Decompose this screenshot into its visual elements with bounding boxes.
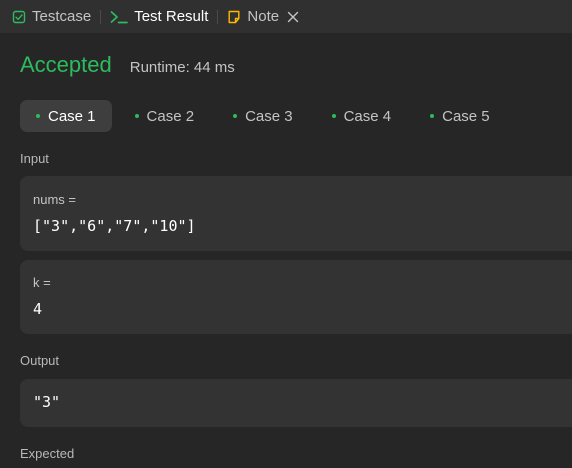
- runtime-text: Runtime: 44 ms: [129, 59, 235, 76]
- case-tab-label: Case 1: [48, 107, 96, 125]
- case-tab-label: Case 5: [442, 107, 490, 125]
- tab-test-result-label: Test Result: [134, 8, 209, 25]
- case-tab[interactable]: Case 3: [217, 100, 309, 132]
- tab-testcase[interactable]: Testcase: [12, 0, 91, 33]
- result-status: Accepted: [20, 52, 112, 77]
- result-status-row: Accepted Runtime: 44 ms: [20, 52, 235, 78]
- output-heading: Output: [20, 353, 60, 368]
- case-tabs: Case 1 Case 2 Case 3 Case 4 Case 5: [20, 100, 513, 132]
- pass-dot-icon: [430, 114, 435, 118]
- output-value: "3": [33, 393, 61, 411]
- tab-note-label: Note: [247, 8, 280, 25]
- tab-divider: [100, 9, 102, 24]
- tab-test-result[interactable]: Test Result: [110, 0, 208, 33]
- note-icon: [227, 10, 241, 24]
- pass-dot-icon: [134, 114, 139, 118]
- tab-testcase-label: Testcase: [32, 8, 92, 25]
- expected-heading: Expected: [20, 446, 75, 461]
- terminal-icon: [110, 10, 129, 24]
- param-name: k =: [33, 275, 51, 290]
- param-value: 4: [33, 300, 43, 318]
- close-icon[interactable]: [287, 11, 299, 23]
- pass-dot-icon: [331, 114, 336, 118]
- case-tab[interactable]: Case 4: [316, 100, 408, 132]
- output-box[interactable]: "3": [20, 379, 572, 427]
- input-param-k[interactable]: k = 4: [20, 260, 572, 334]
- case-tab[interactable]: Case 1: [20, 100, 112, 132]
- case-tab-label: Case 3: [245, 107, 293, 125]
- param-name: nums =: [33, 192, 76, 207]
- checkbox-icon: [12, 10, 26, 24]
- pass-dot-icon: [233, 114, 238, 118]
- case-tab-label: Case 2: [146, 107, 195, 125]
- case-tab[interactable]: Case 5: [414, 100, 506, 132]
- case-tab[interactable]: Case 2: [119, 100, 211, 132]
- input-heading: Input: [20, 151, 49, 166]
- tab-note[interactable]: Note: [227, 0, 299, 33]
- pass-dot-icon: [36, 114, 40, 118]
- tab-divider: [217, 9, 219, 24]
- param-value: ["3","6","7","10"]: [33, 217, 196, 235]
- input-param-nums[interactable]: nums = ["3","6","7","10"]: [20, 176, 572, 251]
- result-panel-tabbar: Testcase Test Result Note: [0, 0, 572, 33]
- case-tab-label: Case 4: [343, 107, 392, 125]
